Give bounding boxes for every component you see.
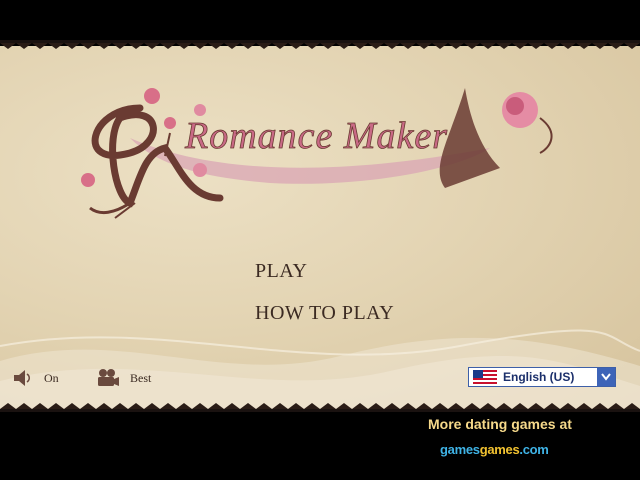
speaker-icon [14,370,30,386]
promo-text: More dating games at [428,416,572,432]
how-to-play-button[interactable]: HOW TO PLAY [255,302,394,325]
quality-label: Best [130,370,152,385]
lace-border-top [0,40,640,49]
game-title-logo: Romance Maker [81,88,553,219]
quality-toggle[interactable]: Best [96,368,151,388]
language-select[interactable]: English (US) [468,367,616,387]
chevron-down-icon[interactable] [597,368,615,386]
sound-label: On [44,370,59,385]
promo-site-part: games [440,442,480,457]
ribbon-tail [439,88,500,188]
lace-border-bottom [0,403,640,412]
play-button[interactable]: PLAY [255,260,307,283]
game-title-text: Romance Maker [184,115,448,157]
promo-site-part: games [479,442,520,457]
promo-site-part: .com [519,442,549,457]
sound-toggle[interactable]: On [12,368,59,388]
camera-icon [98,369,119,386]
language-label: English (US) [503,370,575,384]
us-flag-icon [473,370,497,384]
promo-site-link[interactable]: gamesgames.com [440,442,549,457]
game-screen: Romance Maker PLAY HOW TO PLAY On Best E… [0,0,640,480]
